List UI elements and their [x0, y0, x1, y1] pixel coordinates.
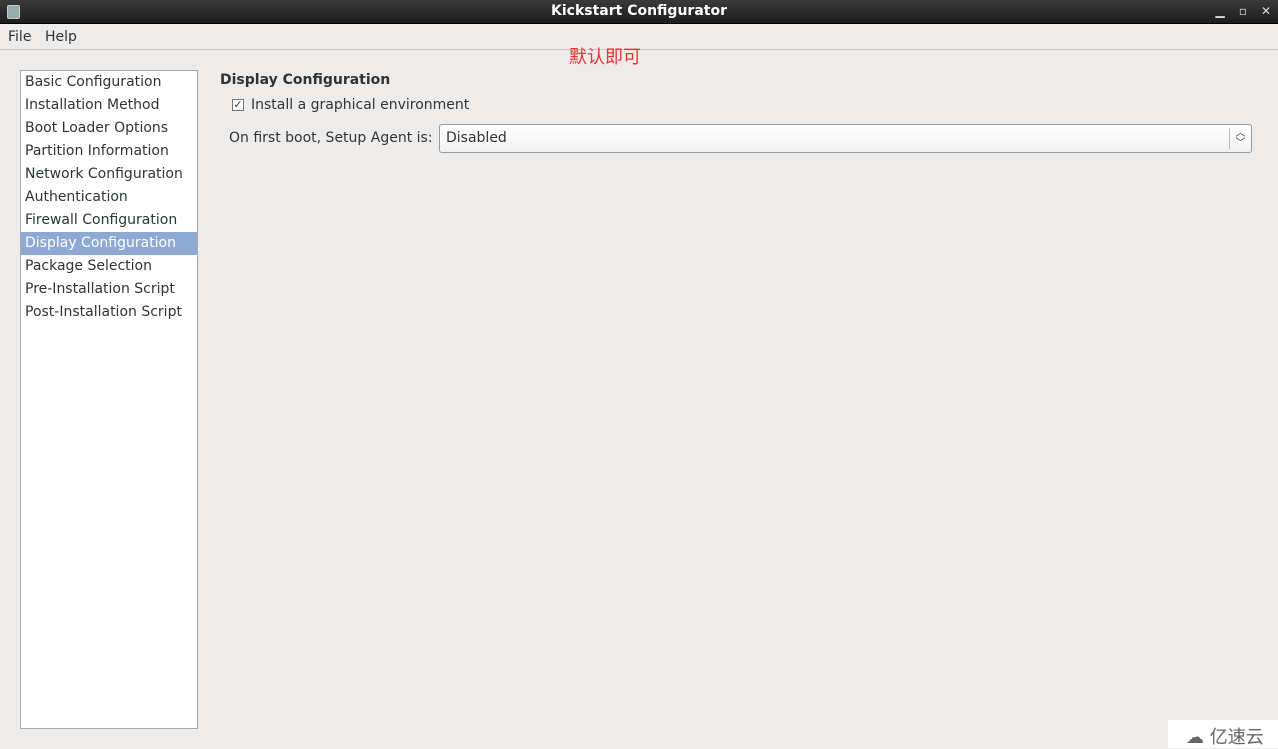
window-title: Kickstart Configurator — [551, 3, 727, 19]
section-list: Basic Configuration Installation Method Bo… — [20, 70, 198, 729]
sidebar-item-post-installation-script[interactable]: Post-Installation Script — [21, 301, 197, 324]
sidebar-item-basic-configuration[interactable]: Basic Configuration — [21, 71, 197, 94]
graphical-env-checkbox-row[interactable]: ✓ Install a graphical environment — [232, 97, 469, 113]
annotation-text: 默认即可 — [569, 47, 641, 68]
sidebar-item-pre-installation-script[interactable]: Pre-Installation Script — [21, 278, 197, 301]
setup-agent-value: Disabled — [446, 130, 507, 146]
menu-file[interactable]: File — [8, 29, 31, 45]
sidebar-item-display-configuration[interactable]: Display Configuration — [21, 232, 197, 255]
sidebar-item-partition-information[interactable]: Partition Information — [21, 140, 197, 163]
sidebar-item-network-configuration[interactable]: Network Configuration — [21, 163, 197, 186]
sidebar-item-boot-loader-options[interactable]: Boot Loader Options — [21, 117, 197, 140]
graphical-env-checkbox[interactable]: ✓ — [232, 99, 244, 111]
section-heading: Display Configuration — [220, 72, 391, 88]
sidebar-item-installation-method[interactable]: Installation Method — [21, 94, 197, 117]
chevron-updown-icon[interactable]: ︿ ﹀ — [1229, 128, 1251, 149]
maximize-icon[interactable]: ▫ — [1236, 4, 1250, 18]
title-bar: Kickstart Configurator ▁ ▫ ✕ — [0, 0, 1278, 24]
sidebar-item-firewall-configuration[interactable]: Firewall Configuration — [21, 209, 197, 232]
close-icon[interactable]: ✕ — [1259, 4, 1273, 18]
setup-agent-select[interactable]: Disabled ︿ ﹀ — [439, 124, 1252, 153]
minimize-icon[interactable]: ▁ — [1213, 4, 1227, 18]
checkbox-label: Install a graphical environment — [251, 97, 470, 113]
watermark-logo: ☁ 亿速云 — [1168, 720, 1278, 748]
menu-help[interactable]: Help — [45, 29, 77, 45]
sidebar-item-package-selection[interactable]: Package Selection — [21, 255, 197, 278]
setup-agent-label: On first boot, Setup Agent is: — [229, 130, 433, 146]
sidebar-item-authentication[interactable]: Authentication — [21, 186, 197, 209]
